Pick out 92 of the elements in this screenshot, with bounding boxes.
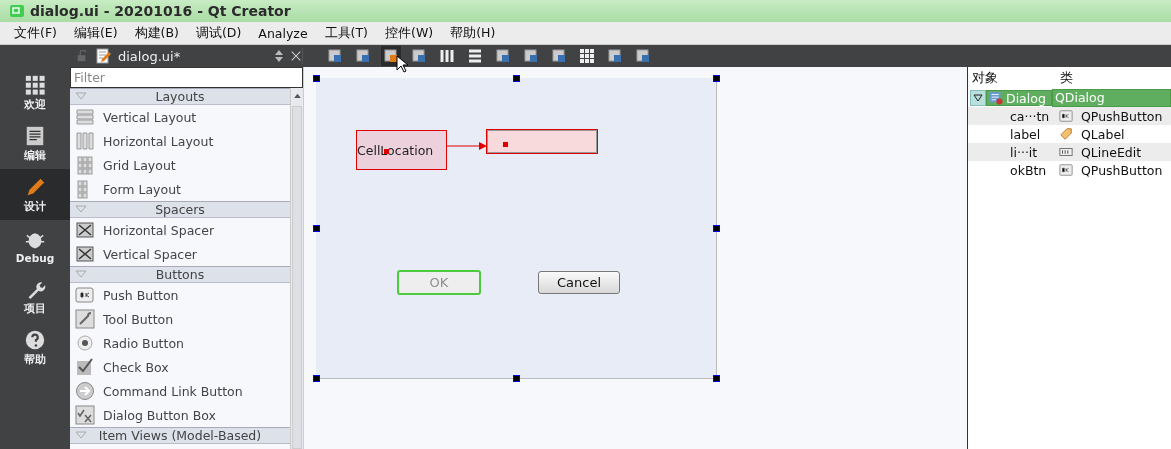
document-icon [24, 124, 46, 147]
grid-icon [24, 73, 46, 96]
class-name: QPushButton [1081, 108, 1163, 124]
checkbox-icon [75, 357, 95, 377]
lock-icon[interactable] [76, 50, 88, 62]
expand-triangle-icon[interactable] [75, 205, 87, 213]
resize-handle[interactable] [313, 75, 320, 82]
radio-icon [75, 333, 95, 353]
tree-row[interactable]: okBtn QPushButton [968, 161, 1171, 179]
object-name: Dialog [1006, 90, 1046, 106]
widget-item[interactable]: Grid Layout [70, 153, 290, 177]
menu-item[interactable]: 文件(F) [6, 24, 66, 42]
object-name: label [1009, 126, 1042, 142]
column-header[interactable]: 类 [1054, 69, 1073, 87]
category-header[interactable]: Spacers [70, 201, 290, 218]
buddy-arrow [446, 142, 487, 150]
category-title: Layouts [155, 89, 205, 104]
tree-row[interactable]: ca···tn QPushButton [968, 107, 1171, 125]
widget-item[interactable]: Form Layout [70, 177, 290, 201]
resize-handle[interactable] [713, 375, 720, 382]
widget-item[interactable]: Check Box [70, 355, 290, 379]
category-header[interactable]: Buttons [70, 266, 290, 283]
widget-item[interactable]: Radio Button [70, 331, 290, 355]
class-name: QLineEdit [1081, 144, 1142, 160]
widget-item[interactable]: Vertical Spacer [70, 242, 290, 266]
mode-tab[interactable]: 编辑 [0, 118, 70, 169]
widget-item[interactable]: Dialog Button Box [70, 403, 290, 427]
grid-icon [75, 155, 95, 175]
mode-tab[interactable]: 设计 [0, 169, 70, 220]
menu-item[interactable]: 工具(T) [316, 24, 377, 42]
help-icon [24, 328, 46, 351]
column-header[interactable]: 对象 [968, 69, 1054, 87]
expand-triangle-icon[interactable] [75, 92, 87, 100]
scroll-handle[interactable] [292, 106, 302, 449]
widget-item[interactable]: Horizontal Spacer [70, 218, 290, 242]
resize-handle[interactable] [513, 375, 520, 382]
filter-field[interactable]: Filter [70, 67, 303, 88]
widget-item[interactable]: Tool Button [70, 307, 290, 331]
app-logo-icon [10, 4, 24, 18]
widget-item[interactable]: Horizontal Layout [70, 129, 290, 153]
tree-row[interactable]: li···it QLineEdit [968, 143, 1171, 161]
menu-item[interactable]: 构建(B) [126, 24, 188, 42]
close-icon[interactable] [290, 50, 302, 62]
menu-item[interactable]: 控件(W) [377, 24, 443, 42]
text-field-icon [1059, 145, 1073, 159]
mode-tab[interactable]: Debug [0, 220, 70, 271]
tag-icon [1059, 127, 1073, 141]
mode-tab[interactable]: 项目 [0, 271, 70, 322]
grid-icon[interactable] [577, 46, 597, 66]
category-title: Item Views (Model-Based) [98, 428, 262, 443]
dialog-icon [989, 91, 1003, 105]
resize-handle[interactable] [713, 225, 720, 232]
mode-tab[interactable]: 欢迎 [0, 67, 70, 118]
widget-item[interactable]: Push Button [70, 283, 290, 307]
category-title: Buttons [155, 267, 205, 282]
check-cross-icon [75, 405, 95, 425]
category-title: Spacers [155, 202, 205, 217]
label-widget[interactable]: CellLocation [356, 130, 447, 170]
menu-item[interactable]: 调试(D) [187, 24, 251, 42]
resize-handle[interactable] [313, 375, 320, 382]
resize-handle[interactable] [513, 75, 520, 82]
document-icon [95, 48, 111, 64]
menu-item[interactable]: 帮助(H) [442, 24, 505, 42]
widget-item[interactable]: Command Link Button [70, 379, 290, 403]
class-name: QLabel [1081, 126, 1125, 142]
scroll-up-icon[interactable] [293, 93, 301, 98]
category-header[interactable]: Item Views (Model-Based) [70, 427, 290, 444]
expand-triangle-icon[interactable] [75, 431, 87, 439]
menu-item[interactable]: Analyze [250, 25, 317, 41]
object-name: ca···tn [1009, 108, 1051, 124]
category-header[interactable]: Layouts [70, 88, 290, 105]
window-title: dialog.ui - 20201016 - Qt Creator [30, 3, 291, 19]
object-name: okBtn [1009, 162, 1048, 178]
scrollbar[interactable] [291, 88, 303, 449]
columns-icon [75, 131, 95, 151]
widget-item[interactable]: Vertical Layout [70, 105, 290, 129]
class-name: QDialog [1052, 89, 1171, 107]
cancel-button[interactable]: Cancel [538, 271, 620, 294]
resize-handle[interactable] [713, 75, 720, 82]
tree-row[interactable]: label QLabel [968, 125, 1171, 143]
arrow-circle-icon [75, 381, 95, 401]
rows-icon [75, 107, 95, 127]
object-name: li···it [1009, 144, 1039, 160]
open-file-name[interactable]: dialog.ui* [118, 48, 268, 64]
line-edit-widget[interactable] [486, 129, 598, 154]
dialog-form[interactable] [316, 78, 717, 379]
resize-handle[interactable] [313, 225, 320, 232]
menu-item[interactable]: 编辑(E) [65, 24, 127, 42]
expand-triangle-icon[interactable] [75, 270, 87, 278]
mode-tab[interactable]: 帮助 [0, 322, 70, 373]
up-down-arrows-icon[interactable] [275, 50, 283, 62]
class-name: QPushButton [1081, 162, 1163, 178]
